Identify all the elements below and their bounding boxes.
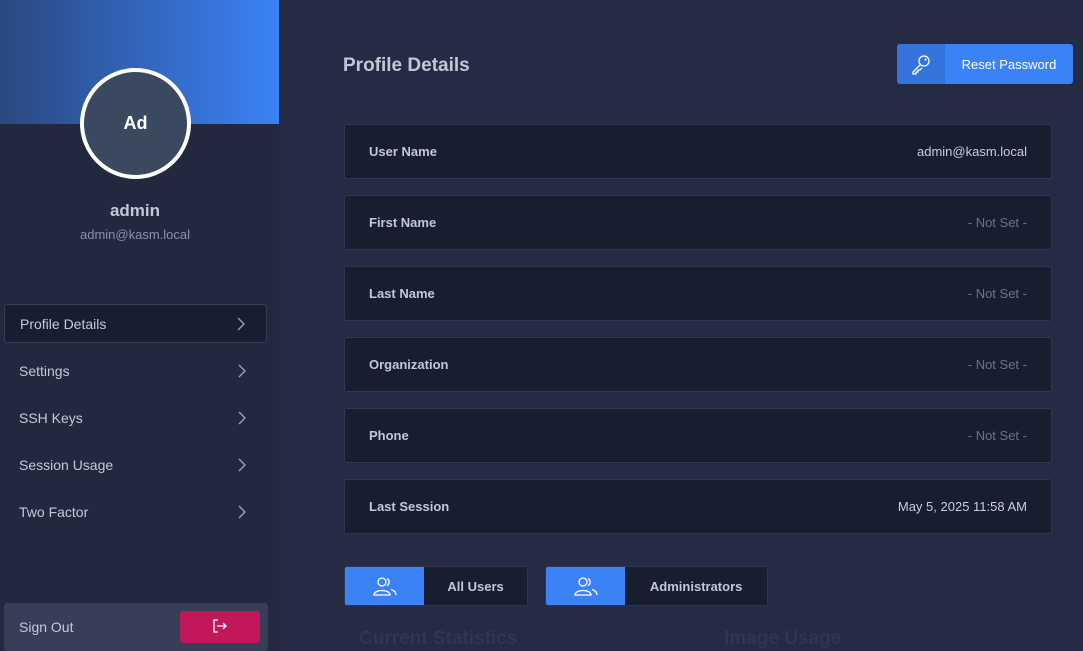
field-value: - Not Set - — [967, 357, 1027, 372]
field-value: - Not Set - — [967, 286, 1027, 301]
nav-item-label: SSH Keys — [19, 409, 83, 426]
chevron-right-icon — [236, 317, 246, 331]
app-root: Ad admin admin@kasm.local Profile Detail… — [0, 0, 1083, 651]
field-value: May 5, 2025 11:58 AM — [897, 499, 1027, 514]
chevron-right-icon — [237, 505, 247, 519]
profile-fields: User Name admin@kasm.local First Name - … — [344, 124, 1052, 550]
profile-main: Profile Details Reset Password User Name… — [279, 0, 1083, 651]
field-value: - Not Set - — [967, 428, 1027, 443]
key-icon — [897, 44, 945, 84]
field-value: admin@kasm.local — [916, 144, 1027, 159]
chevron-right-icon — [237, 364, 247, 378]
sign-out-label: Sign Out — [19, 619, 74, 635]
field-last-name: Last Name - Not Set - — [344, 266, 1052, 321]
field-label: Phone — [369, 428, 409, 443]
reset-password-button[interactable]: Reset Password — [897, 44, 1073, 84]
current-statistics-heading: Current Statistics — [359, 628, 518, 649]
chevron-right-icon — [237, 411, 247, 425]
nav-item-ssh-keys[interactable]: SSH Keys — [4, 398, 267, 437]
field-label: Last Name — [369, 286, 435, 301]
user-display-name: admin — [109, 201, 161, 220]
field-phone: Phone - Not Set - — [344, 408, 1052, 463]
group-label: All Users — [424, 567, 527, 605]
sign-out-icon — [212, 618, 228, 636]
group-label: Administrators — [625, 567, 767, 605]
sign-out-button[interactable] — [180, 611, 260, 643]
sign-out-bar: Sign Out — [4, 603, 268, 651]
field-label: User Name — [369, 144, 437, 159]
profile-sidebar: Ad admin admin@kasm.local Profile Detail… — [0, 0, 279, 651]
nav-item-label: Session Usage — [19, 456, 114, 473]
users-icon — [345, 567, 425, 605]
avatar: Ad — [80, 68, 191, 179]
field-label: First Name — [369, 215, 437, 230]
reset-password-label: Reset Password — [961, 56, 1057, 72]
image-usage-heading: Image Usage — [724, 628, 842, 649]
avatar-initials: Ad — [123, 113, 148, 133]
nav-item-profile-details[interactable]: Profile Details — [4, 304, 267, 343]
user-email: admin@kasm.local — [79, 227, 190, 242]
field-value: - Not Set - — [967, 215, 1027, 230]
profile-nav: Profile Details Settings SSH Keys Sessio… — [4, 304, 267, 539]
nav-item-session-usage[interactable]: Session Usage — [4, 445, 267, 484]
nav-item-label: Profile Details — [20, 315, 107, 332]
nav-item-settings[interactable]: Settings — [4, 351, 267, 390]
page-title: Profile Details — [343, 55, 470, 76]
users-icon — [546, 567, 626, 605]
field-first-name: First Name - Not Set - — [344, 195, 1052, 250]
chevron-right-icon — [237, 458, 247, 472]
field-label: Last Session — [369, 499, 450, 514]
group-all-users-button[interactable]: All Users — [344, 566, 528, 606]
field-user-name: User Name admin@kasm.local — [344, 124, 1052, 179]
field-label: Organization — [369, 357, 449, 372]
nav-item-two-factor[interactable]: Two Factor — [4, 492, 267, 531]
group-administrators-button[interactable]: Administrators — [545, 566, 768, 606]
field-last-session: Last Session May 5, 2025 11:58 AM — [344, 479, 1052, 534]
nav-item-label: Two Factor — [19, 503, 89, 520]
field-organization: Organization - Not Set - — [344, 337, 1052, 392]
nav-item-label: Settings — [19, 362, 70, 379]
